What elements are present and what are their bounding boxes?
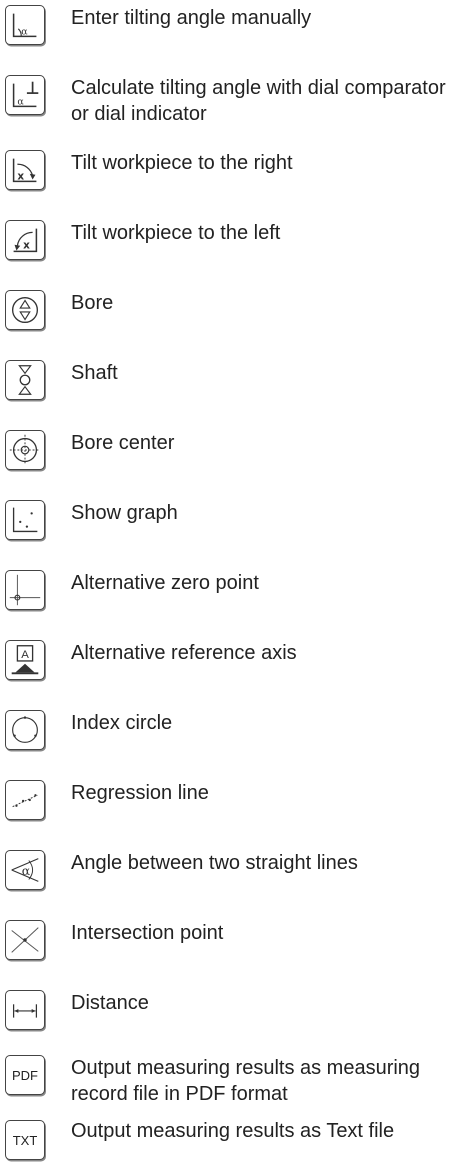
tilt-left-icon: x — [5, 220, 45, 260]
graph-icon — [5, 500, 45, 540]
legend-row: TXT Output measuring results as Text fil… — [0, 1118, 459, 1163]
legend-row: Bore — [0, 285, 459, 335]
legend-label: Tilt workpiece to the right — [71, 152, 293, 174]
tilt-angle-manual-icon: α — [5, 5, 45, 45]
legend-row: Alternative zero point — [0, 565, 459, 615]
intersection-point-icon — [5, 920, 45, 960]
legend-label: Tilt workpiece to the left — [71, 222, 281, 244]
svg-text:α: α — [21, 27, 28, 38]
legend-row: Show graph — [0, 495, 459, 545]
shaft-icon — [5, 360, 45, 400]
legend-label: Alternative reference axis — [71, 642, 297, 664]
reference-axis-letter: A — [21, 649, 29, 661]
pdf-icon-text: PDF — [12, 1068, 38, 1083]
legend-row: Bore center — [0, 425, 459, 475]
txt-icon-text: TXT — [12, 1133, 38, 1148]
legend-label: Intersection point — [71, 922, 224, 944]
legend-row: x Tilt workpiece to the left — [0, 215, 459, 265]
angle-symbol: α — [22, 864, 30, 878]
legend-row: Index circle — [0, 705, 459, 755]
icon-legend: α Enter tilting angle manually α Calcula… — [0, 0, 459, 1163]
bore-center-icon — [5, 430, 45, 470]
reference-axis-icon: A — [5, 640, 45, 680]
legend-row: α Angle between two straight lines — [0, 845, 459, 895]
svg-text:x: x — [23, 240, 30, 252]
angle-lines-icon: α — [5, 850, 45, 890]
legend-label: Alternative zero point — [71, 572, 259, 594]
legend-label: Angle between two straight lines — [71, 852, 358, 874]
legend-label: Regression line — [71, 782, 209, 804]
legend-label: Bore center — [71, 432, 175, 454]
bore-icon — [5, 290, 45, 330]
regression-line-icon — [5, 780, 45, 820]
pdf-icon: PDF — [5, 1055, 45, 1095]
svg-text:x: x — [17, 171, 24, 183]
legend-label: Output measuring results as measuring re… — [71, 1057, 421, 1105]
legend-row: α Enter tilting angle manually — [0, 0, 459, 50]
index-circle-icon — [5, 710, 45, 750]
legend-label: Distance — [71, 992, 149, 1014]
legend-row: PDF Output measuring results as measurin… — [0, 1050, 459, 1110]
legend-row: x Tilt workpiece to the right — [0, 145, 459, 195]
legend-label: Output measuring results as Text file — [71, 1120, 395, 1142]
legend-label: Bore — [71, 292, 114, 314]
tilt-right-icon: x — [5, 150, 45, 190]
svg-text:α: α — [17, 97, 24, 108]
tilt-angle-dial-icon: α — [5, 75, 45, 115]
legend-row: Regression line — [0, 775, 459, 825]
legend-row: Shaft — [0, 355, 459, 405]
legend-label: Shaft — [71, 362, 118, 384]
legend-row: Distance — [0, 985, 459, 1035]
legend-label: Index circle — [71, 712, 173, 734]
legend-row: A Alternative reference axis — [0, 635, 459, 685]
legend-row: α Calculate tilting angle with dial comp… — [0, 70, 459, 130]
txt-icon: TXT — [5, 1120, 45, 1160]
legend-label: Calculate tilting angle with dial compar… — [71, 77, 446, 125]
distance-icon — [5, 990, 45, 1030]
legend-label: Enter tilting angle manually — [71, 7, 312, 29]
legend-label: Show graph — [71, 502, 178, 524]
legend-row: Intersection point — [0, 915, 459, 965]
zero-point-icon — [5, 570, 45, 610]
